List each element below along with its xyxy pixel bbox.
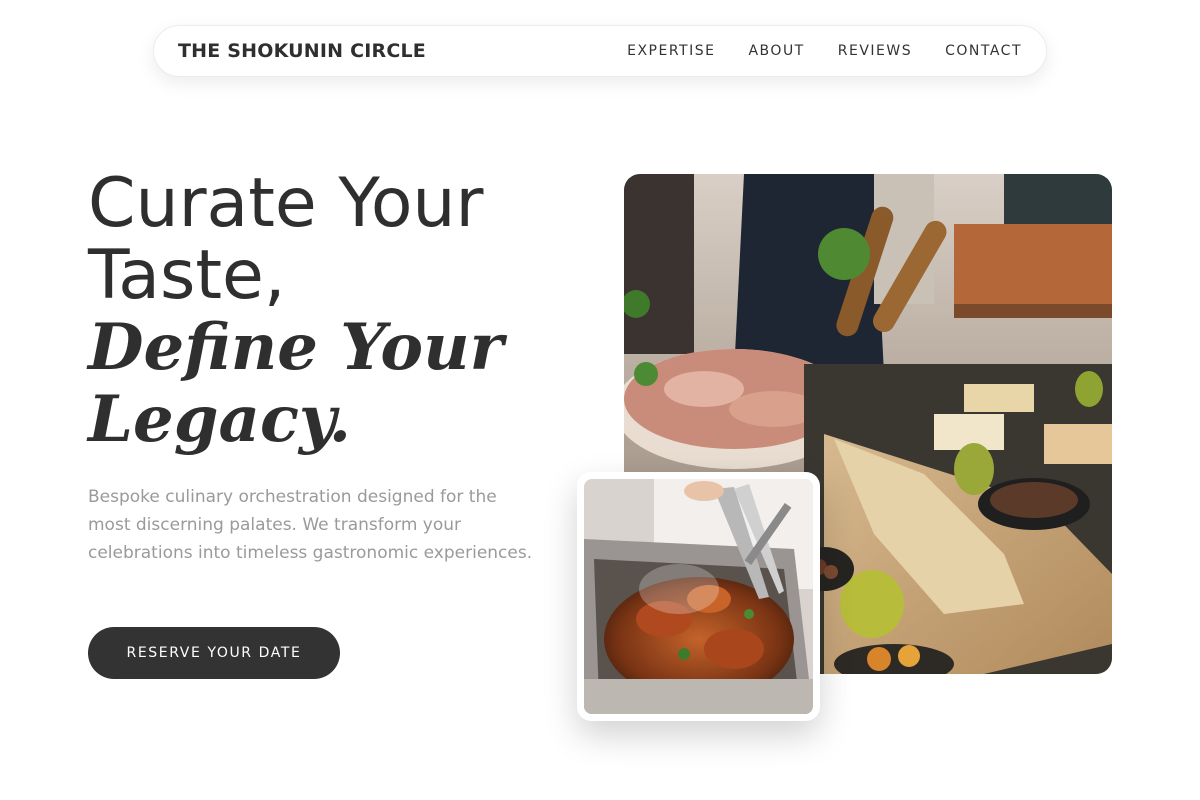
nav-link-contact[interactable]: CONTACT [945,43,1022,59]
grilled-chicken-image [584,479,813,714]
hero-title-line-2: Taste, [88,236,286,315]
brand-logo[interactable]: THE SHOKUNIN CIRCLE [178,40,426,62]
inset-photo-card [577,472,820,721]
nav-link-reviews[interactable]: REVIEWS [838,43,912,59]
reserve-date-button[interactable]: RESERVE YOUR DATE [88,627,340,679]
hero-description: Bespoke culinary orchestration designed … [88,487,533,563]
hero-title-italic-line-2: Legacy. [88,382,352,457]
hero-title: Curate Your Taste, Define Your Legacy. [88,168,568,456]
top-navbar: THE SHOKUNIN CIRCLE EXPERTISE ABOUT REVI… [153,25,1047,77]
nav-link-expertise[interactable]: EXPERTISE [627,43,715,59]
hero-title-line-1: Curate Your [88,164,484,243]
main-nav: EXPERTISE ABOUT REVIEWS CONTACT [627,43,1022,59]
nav-link-about[interactable]: ABOUT [748,43,804,59]
hero-title-italic-line-1: Define Your [88,310,504,385]
